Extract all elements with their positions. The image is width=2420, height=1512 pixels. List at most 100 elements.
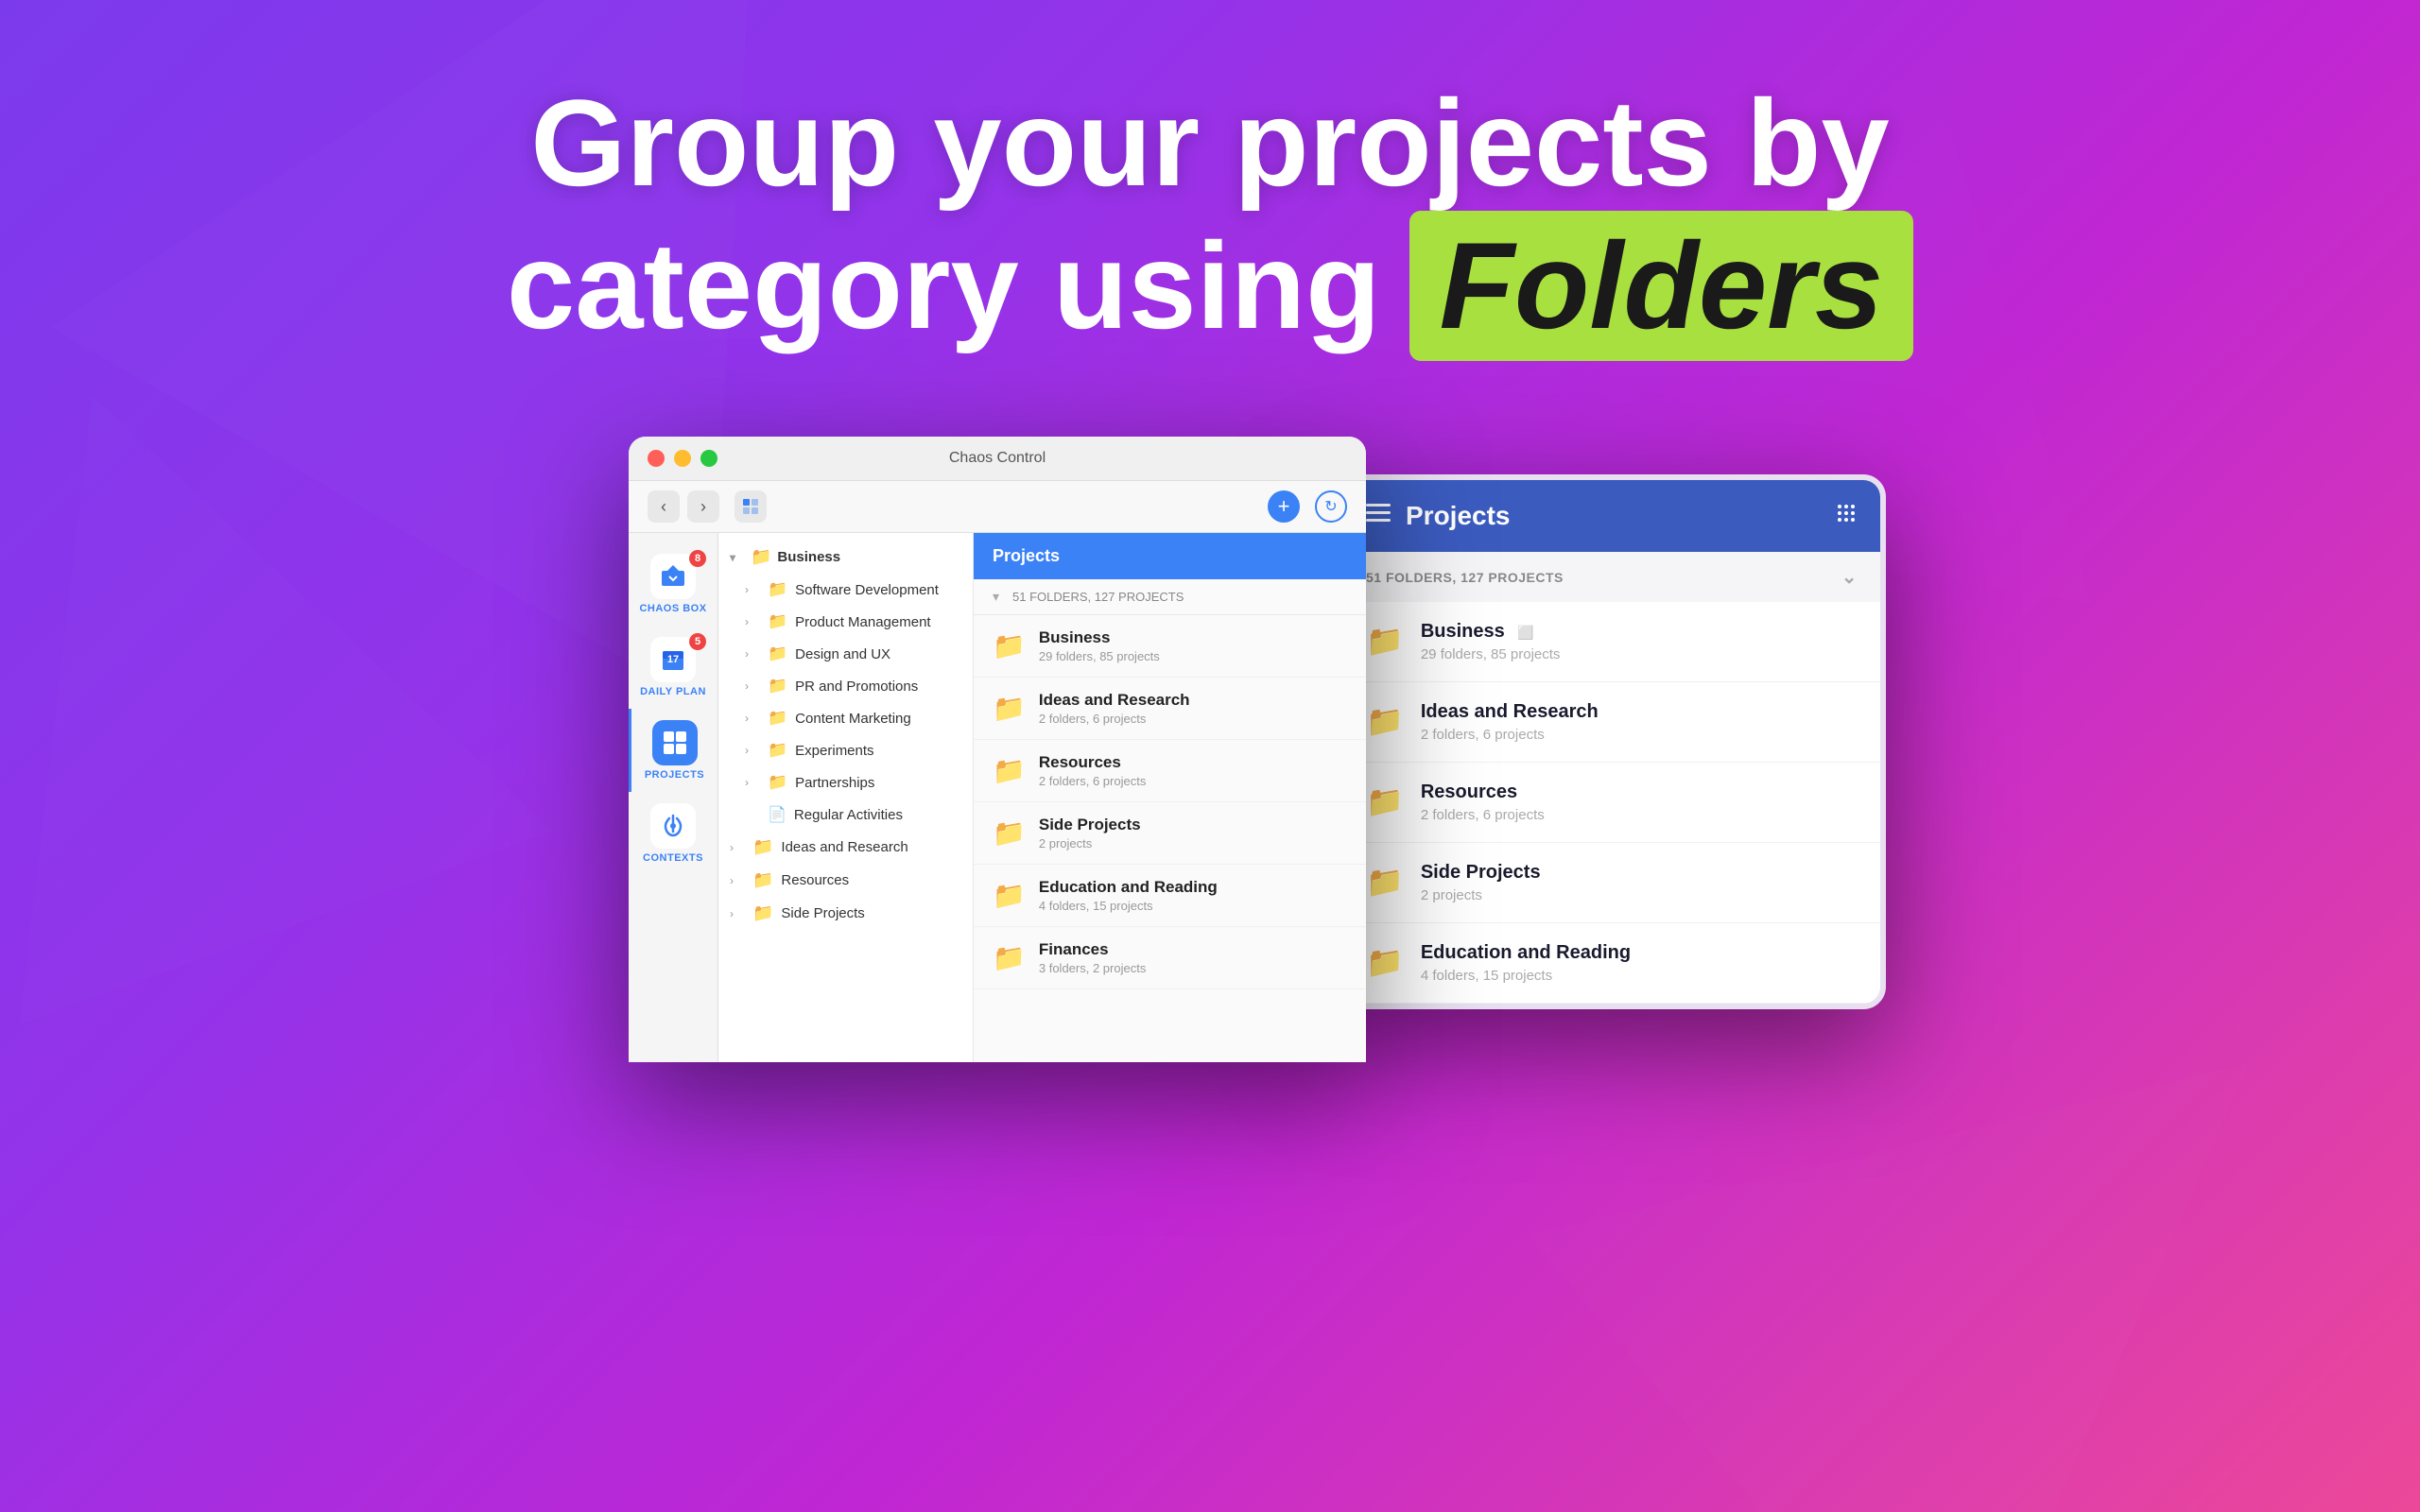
svg-text:17: 17 [667, 654, 679, 665]
mac-btn-close[interactable] [648, 450, 665, 467]
add-button[interactable]: + [1268, 490, 1300, 523]
tree-side-projects[interactable]: › 📁 Side Projects [718, 897, 973, 930]
education-folder-meta: 4 folders, 15 projects [1039, 899, 1218, 913]
side-projects-chevron: › [730, 907, 745, 920]
pr-promotions-label: PR and Promotions [795, 679, 918, 695]
mobile-menu-icon[interactable] [1366, 504, 1391, 528]
mobile-folder-business[interactable]: 📁 Business ⬜ 29 folders, 85 projects [1343, 602, 1880, 682]
experiments-label: Experiments [795, 743, 873, 759]
hero-line1: Group your projects by [507, 76, 1913, 211]
regular-activities-label: Regular Activities [794, 807, 903, 823]
tree-resources[interactable]: › 📁 Resources [718, 864, 973, 897]
sidebar-item-chaos-box[interactable]: 8 CHAOS BOX [629, 542, 717, 626]
experiments-folder-icon: 📁 [768, 741, 787, 760]
tree-business-root[interactable]: ▾ 📁 Business [718, 541, 973, 574]
projects-header-label: Projects [993, 546, 1060, 565]
mobile-title: Projects [1406, 501, 1820, 531]
mobile-folder-side[interactable]: 📁 Side Projects 2 projects [1343, 843, 1880, 923]
mobile-count-bar: 51 FOLDERS, 127 PROJECTS ⌄ [1343, 552, 1880, 602]
projects-panel-header: Projects [974, 533, 1366, 579]
tree-content-marketing[interactable]: › 📁 Content Marketing [718, 702, 973, 734]
resources-label: Resources [781, 872, 849, 888]
sidebar-item-daily-plan[interactable]: 5 17 DAILY PLAN [629, 626, 717, 709]
mobile-resources-info: Resources 2 folders, 6 projects [1421, 782, 1545, 823]
mobile-education-info: Education and Reading 4 folders, 15 proj… [1421, 942, 1631, 984]
side-info: Side Projects 2 projects [1039, 816, 1141, 850]
mac-toolbar: ‹ › + ↻ [629, 481, 1366, 533]
mac-body: 8 CHAOS BOX 5 [629, 533, 1366, 1062]
daily-plan-badge: 5 [689, 633, 706, 650]
projects-count-bar[interactable]: ▾ 51 FOLDERS, 127 PROJECTS [974, 579, 1366, 615]
software-dev-folder-icon: 📁 [768, 580, 787, 599]
finances-folder-meta: 3 folders, 2 projects [1039, 961, 1146, 975]
project-folder-resources[interactable]: 📁 Resources 2 folders, 6 projects [974, 740, 1366, 802]
mobile-side-folder-icon: 📁 [1366, 864, 1404, 900]
mobile-folder-list: 📁 Business ⬜ 29 folders, 85 projects 📁 I… [1343, 602, 1880, 1004]
refresh-button[interactable]: ↻ [1315, 490, 1347, 523]
mac-filetree: ▾ 📁 Business › 📁 Software Development › … [718, 533, 974, 1062]
resources-folder-meta: 2 folders, 6 projects [1039, 774, 1146, 788]
tree-partnerships[interactable]: › 📁 Partnerships [718, 766, 973, 799]
mobile-header: Projects [1343, 480, 1880, 552]
mobile-grid-icon[interactable] [1835, 502, 1858, 530]
tree-ideas-research[interactable]: › 📁 Ideas and Research [718, 831, 973, 864]
mac-projects-panel: Projects ▾ 51 FOLDERS, 127 PROJECTS 📁 Bu… [974, 533, 1366, 1062]
screenshots-container: Chaos Control ‹ › + ↻ [0, 437, 2420, 1062]
mobile-business-name: Business ⬜ [1421, 621, 1561, 643]
mobile-ideas-meta: 2 folders, 6 projects [1421, 727, 1599, 743]
project-folder-business[interactable]: 📁 Business 29 folders, 85 projects [974, 615, 1366, 678]
mac-btn-minimize[interactable] [674, 450, 691, 467]
design-ux-folder-icon: 📁 [768, 644, 787, 663]
mobile-resources-folder-icon: 📁 [1366, 783, 1404, 819]
mac-sidebar: 8 CHAOS BOX 5 [629, 533, 718, 1062]
pr-promotions-chevron: › [745, 679, 760, 693]
project-folder-ideas[interactable]: 📁 Ideas and Research 2 folders, 6 projec… [974, 678, 1366, 740]
ideas-research-folder-icon: 📁 [752, 837, 773, 857]
mobile-business-folder-icon: 📁 [1366, 623, 1404, 659]
project-folder-finances[interactable]: 📁 Finances 3 folders, 2 projects [974, 927, 1366, 989]
software-dev-label: Software Development [795, 582, 939, 598]
mobile-window: Projects 51 F [1338, 474, 1886, 1009]
back-button[interactable]: ‹ [648, 490, 680, 523]
sidebar-item-projects[interactable]: PROJECTS [629, 709, 717, 792]
mobile-count-chevron-icon: ⌄ [1841, 565, 1858, 589]
tree-software-dev[interactable]: › 📁 Software Development [718, 574, 973, 606]
mobile-side-meta: 2 projects [1421, 887, 1541, 903]
side-folder-name: Side Projects [1039, 816, 1141, 834]
business-folder-icon-main: 📁 [993, 630, 1026, 662]
resources-folder-icon: 📁 [752, 870, 773, 890]
projects-count-text: 51 FOLDERS, 127 PROJECTS [1012, 590, 1184, 604]
forward-button[interactable]: › [687, 490, 719, 523]
education-info: Education and Reading 4 folders, 15 proj… [1039, 878, 1218, 913]
mobile-ideas-folder-icon: 📁 [1366, 703, 1404, 739]
projects-icon [652, 720, 698, 765]
folders-highlight: Folders [1409, 211, 1914, 361]
mobile-education-folder-icon: 📁 [1366, 944, 1404, 980]
mac-window-buttons [648, 450, 717, 467]
project-folder-side[interactable]: 📁 Side Projects 2 projects [974, 802, 1366, 865]
business-folder-meta: 29 folders, 85 projects [1039, 649, 1160, 663]
mobile-education-name: Education and Reading [1421, 942, 1631, 964]
layout-toggle-button[interactable] [735, 490, 767, 523]
side-projects-folder-icon: 📁 [752, 903, 773, 923]
resources-info: Resources 2 folders, 6 projects [1039, 753, 1146, 788]
toolbar-nav: ‹ › [648, 490, 719, 523]
mobile-folder-resources[interactable]: 📁 Resources 2 folders, 6 projects [1343, 763, 1880, 843]
mobile-folder-education[interactable]: 📁 Education and Reading 4 folders, 15 pr… [1343, 923, 1880, 1004]
tree-design-ux[interactable]: › 📁 Design and UX [718, 638, 973, 670]
resources-folder-icon-main: 📁 [993, 755, 1026, 786]
tree-regular-activities[interactable]: 📄 Regular Activities [718, 799, 973, 831]
sidebar-item-contexts[interactable]: CONTEXTS [629, 792, 717, 875]
tree-experiments[interactable]: › 📁 Experiments [718, 734, 973, 766]
mac-btn-maximize[interactable] [700, 450, 717, 467]
mobile-folder-ideas[interactable]: 📁 Ideas and Research 2 folders, 6 projec… [1343, 682, 1880, 763]
tree-product-mgmt[interactable]: › 📁 Product Management [718, 606, 973, 638]
ideas-info: Ideas and Research 2 folders, 6 projects [1039, 691, 1190, 726]
ideas-research-label: Ideas and Research [781, 839, 908, 855]
project-folder-education[interactable]: 📁 Education and Reading 4 folders, 15 pr… [974, 865, 1366, 927]
resources-chevron: › [730, 874, 745, 887]
tree-pr-promotions[interactable]: › 📁 PR and Promotions [718, 670, 973, 702]
content-marketing-folder-icon: 📁 [768, 709, 787, 728]
business-root-label: Business [777, 549, 840, 565]
chaos-box-label: CHAOS BOX [639, 603, 706, 614]
